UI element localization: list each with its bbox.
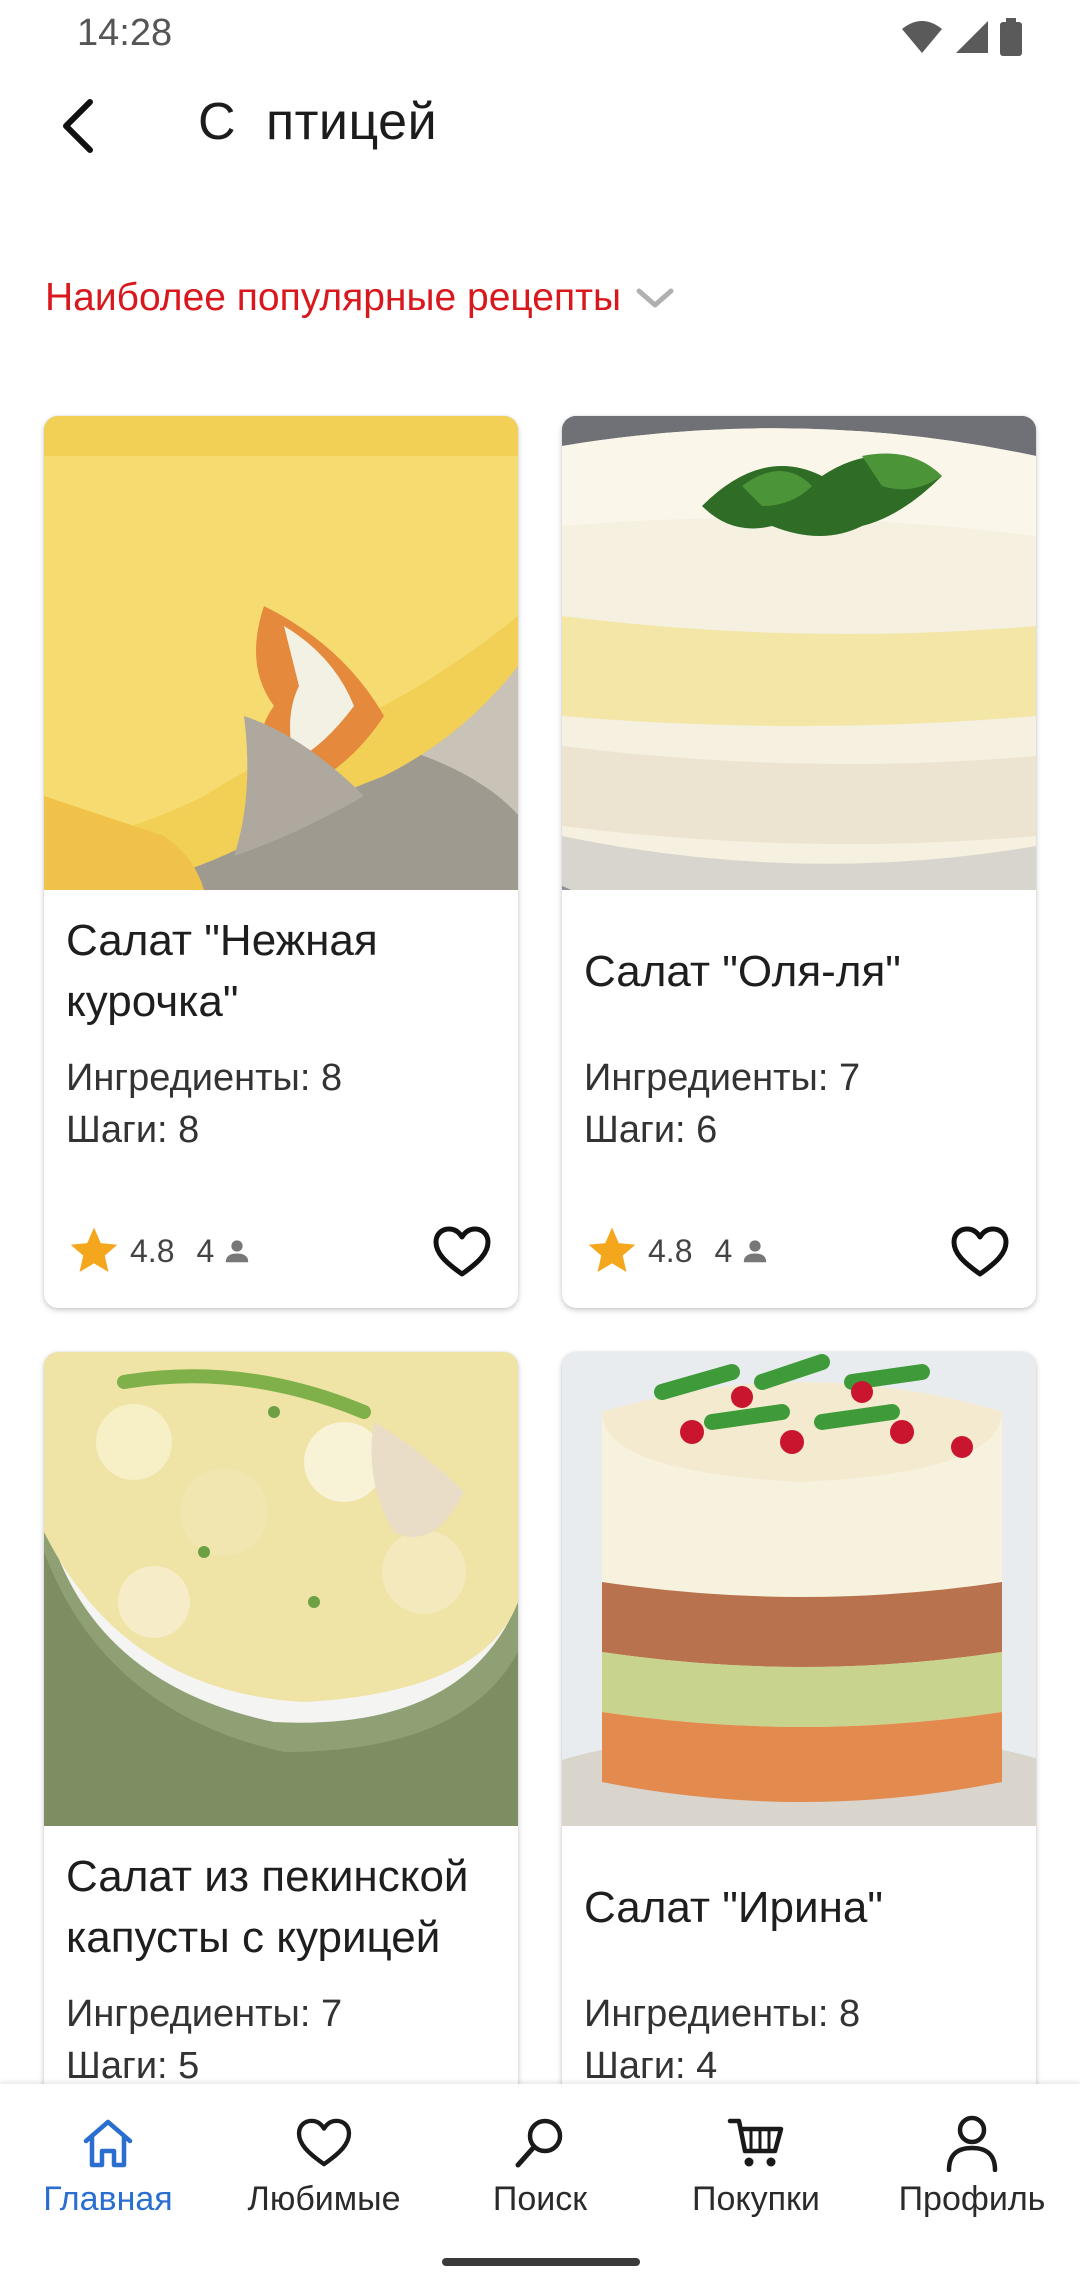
- recipe-meta: Ингредиенты: 7 Шаги: 5: [66, 1988, 342, 2092]
- status-time: 14:28: [77, 12, 173, 54]
- nav-favorites[interactable]: Любимые: [216, 2084, 432, 2224]
- recipe-meta: Ингредиенты: 8 Шаги: 8: [66, 1052, 342, 1156]
- wifi-icon: [902, 21, 942, 53]
- recipe-footer: 4.8 4: [584, 1216, 1024, 1286]
- person-icon: [226, 1240, 249, 1263]
- heart-icon: [951, 1226, 1009, 1277]
- recipe-title: Салат из пекинской капусты с курицей: [66, 1852, 469, 1962]
- recipe-title: Салат "Нежная курочка": [66, 916, 378, 1026]
- cart-icon: [725, 2112, 787, 2174]
- nav-home[interactable]: Главная: [0, 2084, 216, 2224]
- reviews-count: 4: [714, 1232, 733, 1269]
- nav-shopping-label: Покупки: [692, 2180, 820, 2218]
- recipe-photo: [44, 1352, 518, 1826]
- sort-label: Наиболее популярные рецепты: [45, 276, 621, 319]
- reviews-count: 4: [196, 1232, 215, 1269]
- app-bar: С птицей: [0, 70, 1080, 180]
- favorite-button[interactable]: [430, 1220, 494, 1284]
- bottom-nav: Главная Любимые Поиск Покупки Профиль: [0, 2084, 1080, 2280]
- recipe-card[interactable]: Салат "Оля-ля" Ингредиенты: 7 Шаги: 6 4.…: [562, 416, 1036, 1308]
- ingredients-count: Ингредиенты: 8: [66, 1057, 343, 1099]
- recipe-title: Салат "Ирина": [584, 1882, 883, 1932]
- steps-count: Шаги: 6: [584, 1109, 718, 1151]
- recipe-card[interactable]: Салат "Нежная курочка" Ингредиенты: 8 Ша…: [44, 416, 518, 1308]
- nav-favorites-label: Любимые: [247, 2180, 401, 2218]
- ingredients-count: Ингредиенты: 7: [66, 1993, 343, 2035]
- back-arrow-icon: [63, 99, 93, 153]
- recipe-meta: Ингредиенты: 8 Шаги: 4: [584, 1988, 860, 2092]
- heart-icon: [293, 2112, 355, 2174]
- recipe-title: Салат "Оля-ля": [584, 946, 901, 996]
- nav-search-label: Поиск: [492, 2180, 588, 2218]
- steps-count: Шаги: 8: [66, 1109, 200, 1151]
- page-title: С птицей: [198, 93, 438, 151]
- nav-profile-label: Профиль: [898, 2180, 1046, 2218]
- screen: 14:28 С птицей Наиболее популярные рецеп…: [0, 0, 1080, 2280]
- home-icon: [77, 2112, 139, 2174]
- star-icon: [588, 1227, 636, 1272]
- battery-icon: [1000, 18, 1022, 56]
- heart-icon: [433, 1226, 491, 1277]
- recipe-footer: 4.8 4: [66, 1216, 506, 1286]
- sort-dropdown[interactable]: Наиболее популярные рецепты: [45, 276, 677, 320]
- signal-icon: [956, 21, 988, 53]
- recipe-photo: [562, 416, 1036, 890]
- ingredients-count: Ингредиенты: 8: [584, 1993, 861, 2035]
- recipe-photo: [562, 1352, 1036, 1826]
- star-icon: [70, 1227, 118, 1272]
- recipe-meta: Ингредиенты: 7 Шаги: 6: [584, 1052, 860, 1156]
- search-icon: [509, 2112, 571, 2174]
- nav-profile[interactable]: Профиль: [864, 2084, 1080, 2224]
- home-indicator[interactable]: [442, 2258, 640, 2266]
- back-button[interactable]: [40, 88, 116, 164]
- rating-value: 4.8: [648, 1232, 693, 1269]
- rating-value: 4.8: [130, 1232, 175, 1269]
- chevron-down-icon: [636, 288, 674, 308]
- recipe-photo: [44, 416, 518, 890]
- person-icon: [744, 1240, 767, 1263]
- status-bar: 14:28: [0, 0, 1080, 70]
- nav-shopping[interactable]: Покупки: [648, 2084, 864, 2224]
- favorite-button[interactable]: [948, 1220, 1012, 1284]
- nav-home-label: Главная: [43, 2180, 173, 2218]
- ingredients-count: Ингредиенты: 7: [584, 1057, 861, 1099]
- status-icons: [900, 18, 1022, 56]
- profile-icon: [941, 2112, 1003, 2174]
- nav-search[interactable]: Поиск: [432, 2084, 648, 2224]
